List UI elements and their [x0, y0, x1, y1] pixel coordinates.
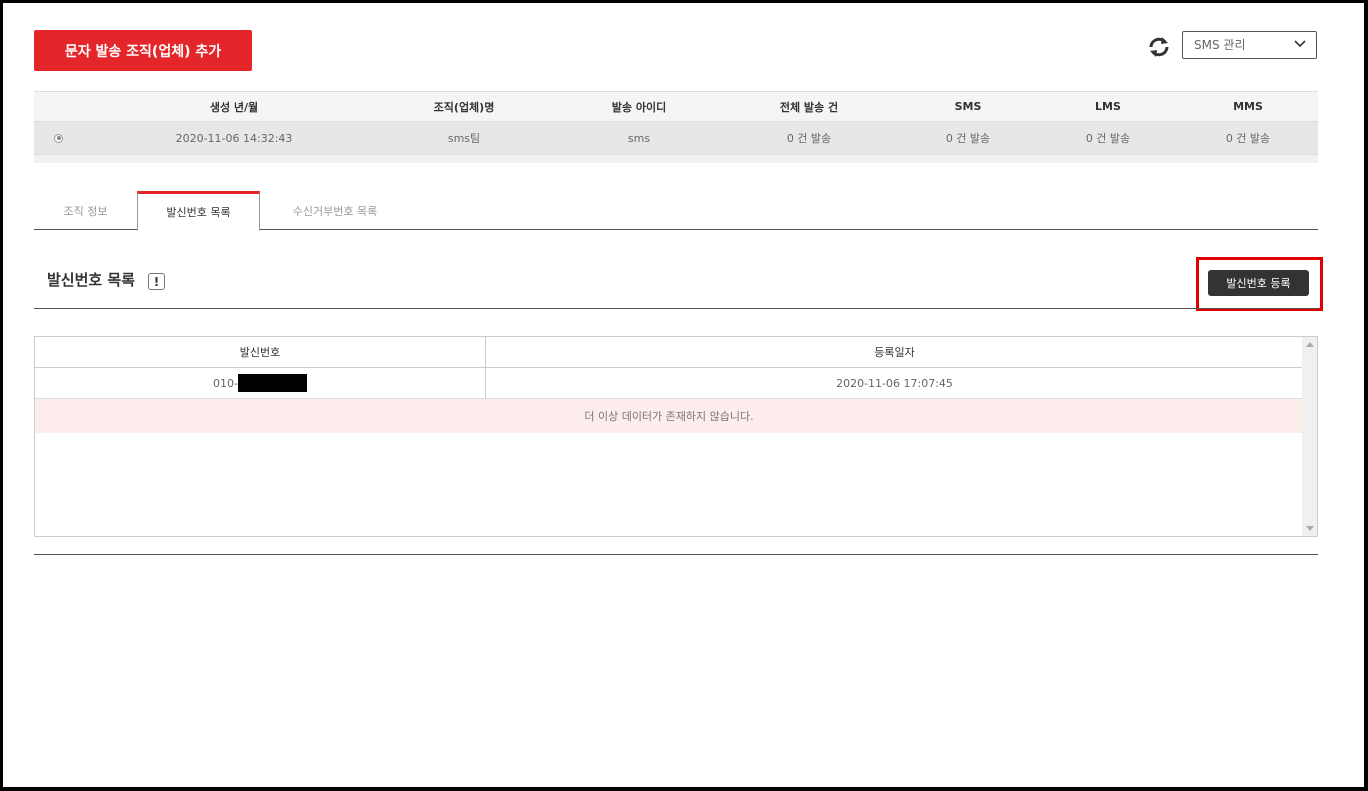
- table-footer-strip: [34, 155, 1318, 163]
- col-sender-id: 발송 아이디: [611, 100, 667, 114]
- cell-sender-id: sms: [627, 131, 651, 145]
- scroll-down-icon[interactable]: [1306, 526, 1314, 531]
- table-row[interactable]: 010- 2020-11-06 17:07:45: [35, 368, 1303, 399]
- add-org-button[interactable]: 문자 발송 조직(업체) 추가: [34, 30, 252, 71]
- tab-bar: 조직 정보 발신번호 목록 수신거부번호 목록: [34, 191, 1318, 231]
- cell-total-sent: 0 건 발송: [786, 132, 832, 145]
- grid-header: 발신번호 등록일자: [35, 337, 1303, 368]
- sender-number-prefix: 010-: [213, 376, 238, 390]
- table-row[interactable]: 2020-11-06 14:32:43 sms팀 sms 0 건 발송 0 건 …: [34, 122, 1318, 155]
- col-lms: LMS: [1095, 100, 1121, 113]
- cell-sender-number: 010-: [35, 368, 485, 398]
- tab-blocked-numbers[interactable]: 수신거부번호 목록: [260, 191, 410, 230]
- sender-number-grid: 발신번호 등록일자 010- 2020-11-06 17:07:45 더 이상 …: [34, 336, 1318, 537]
- col-sms: SMS: [954, 100, 982, 113]
- cell-created: 2020-11-06 14:32:43: [175, 131, 293, 145]
- col-sender-number: 발신번호: [239, 346, 281, 359]
- cell-mms: 0 건 발송: [1225, 132, 1271, 145]
- menu-select[interactable]: SMS 관리: [1182, 31, 1317, 59]
- tab-org-info[interactable]: 조직 정보: [34, 191, 137, 230]
- info-icon[interactable]: !: [148, 273, 165, 290]
- scroll-up-icon[interactable]: [1306, 342, 1314, 347]
- col-registered-date: 등록일자: [874, 346, 915, 359]
- redacted-block: [237, 374, 307, 392]
- tab-sender-numbers[interactable]: 발신번호 목록: [137, 191, 260, 231]
- row-radio[interactable]: [54, 122, 63, 154]
- col-total-sent: 전체 발송 건: [779, 100, 839, 114]
- col-mms: MMS: [1233, 100, 1263, 113]
- no-more-data-message: 더 이상 데이터가 존재하지 않습니다.: [35, 399, 1303, 433]
- cell-sms: 0 건 발송: [945, 132, 991, 145]
- page-frame: 문자 발송 조직(업체) 추가 SMS 관리 생성 년/월 조직(업체)명 발송…: [3, 3, 1364, 787]
- org-table: 생성 년/월 조직(업체)명 발송 아이디 전체 발송 건 SMS LMS MM…: [34, 91, 1318, 163]
- chevron-down-icon: [1294, 40, 1306, 48]
- section-divider: [34, 308, 1318, 309]
- register-number-button[interactable]: 발신번호 등록: [1208, 270, 1309, 296]
- col-created: 생성 년/월: [209, 100, 259, 114]
- cell-registered-date: 2020-11-06 17:07:45: [836, 376, 953, 390]
- radio-selected-icon: [54, 133, 63, 143]
- grid-scrollbar[interactable]: [1302, 337, 1317, 536]
- column-separator: [485, 337, 486, 399]
- org-table-header: 생성 년/월 조직(업체)명 발송 아이디 전체 발송 건 SMS LMS MM…: [34, 91, 1318, 122]
- section-title: 발신번호 목록: [47, 271, 136, 289]
- cell-lms: 0 건 발송: [1085, 132, 1131, 145]
- menu-select-value: SMS 관리: [1194, 38, 1246, 52]
- refresh-icon[interactable]: [1146, 34, 1172, 60]
- bottom-divider: [34, 554, 1318, 555]
